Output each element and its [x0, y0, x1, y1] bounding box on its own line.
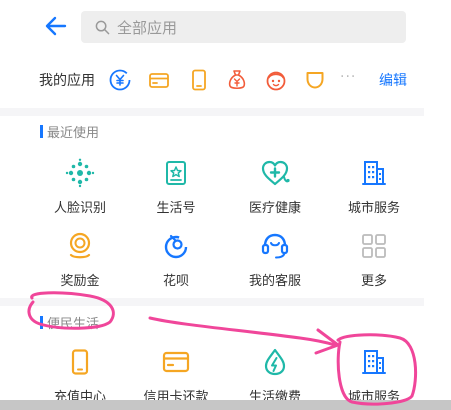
annotation-overlay [27, 291, 418, 406]
annotation-ellipse-right [336, 333, 418, 406]
annotation-ellipse-left [27, 291, 115, 330]
annotation-arrow [148, 316, 340, 355]
